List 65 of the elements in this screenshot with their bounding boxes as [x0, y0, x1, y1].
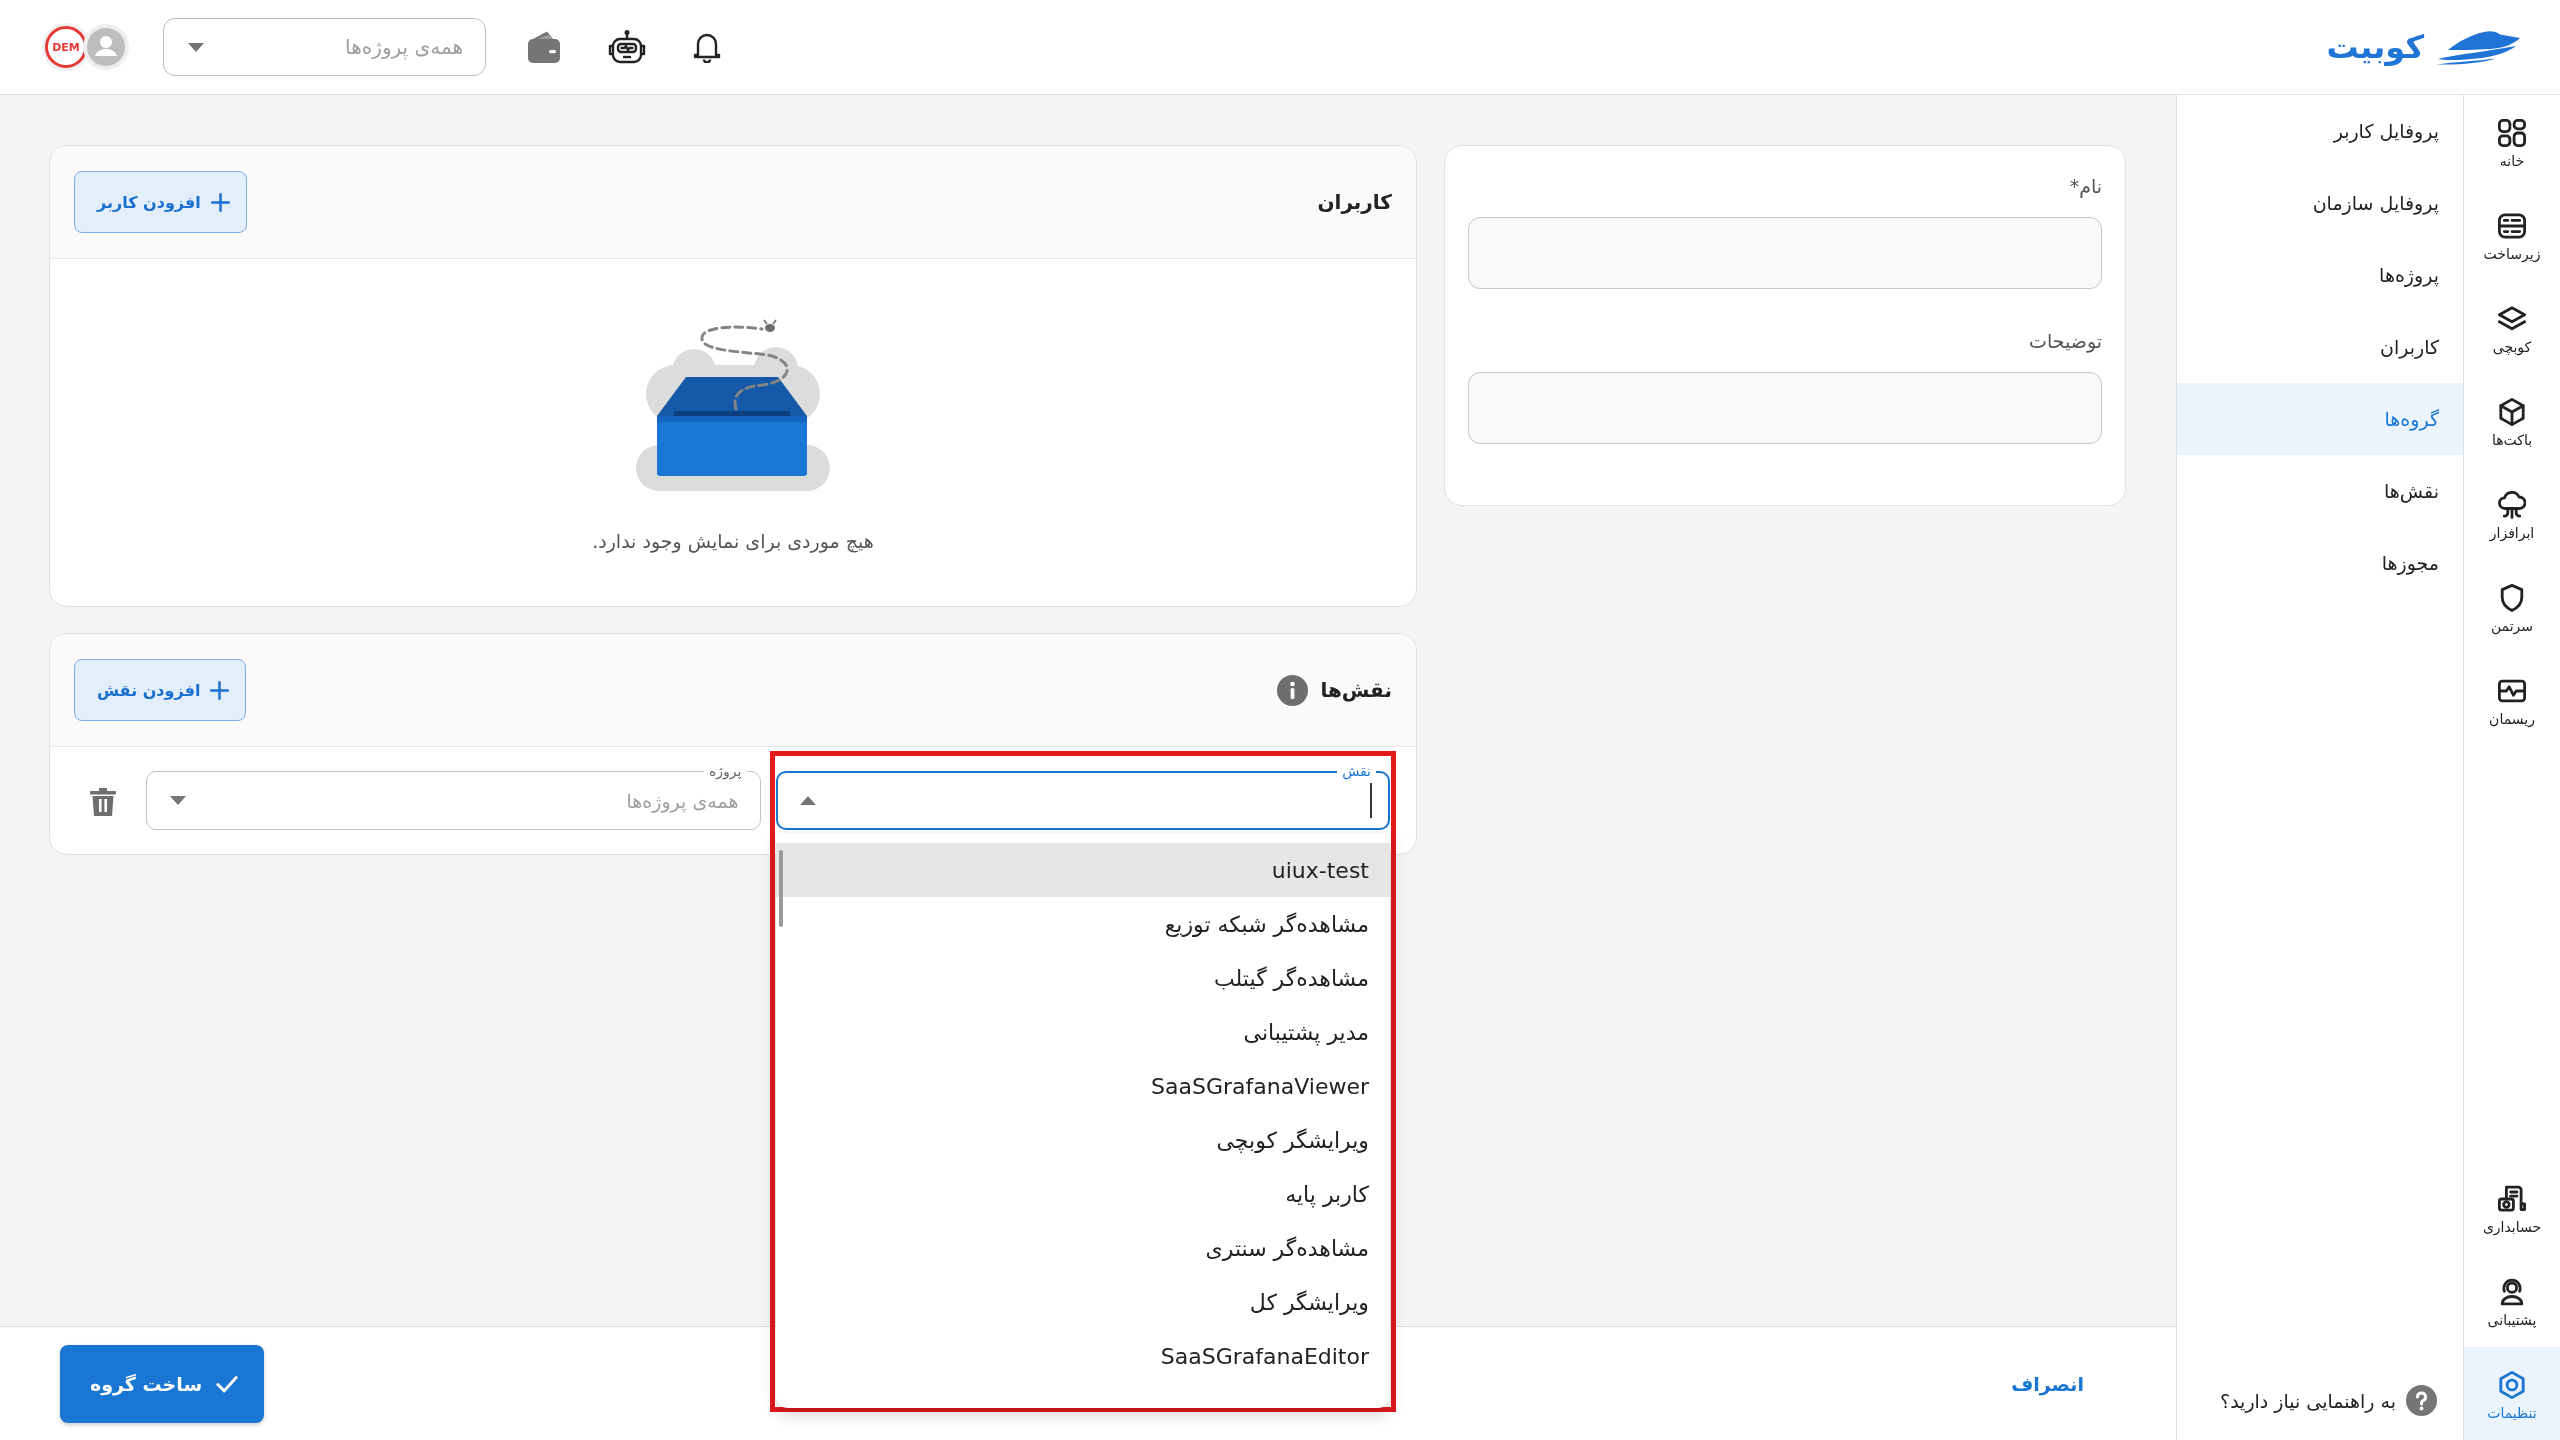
submenu-item[interactable]: پروژه‌ها	[2177, 239, 2463, 311]
info-icon	[1277, 674, 1309, 706]
nav-rail-item[interactable]: باکت‌ها	[2464, 374, 2560, 467]
dropdown-option[interactable]: SaaSGrafanaViewer	[775, 1059, 1390, 1113]
caret-icon	[799, 796, 816, 805]
help-link[interactable]: به راهنمایی نیاز دارید؟	[2220, 1385, 2437, 1416]
settings-icon	[2498, 1371, 2526, 1399]
dropdown-option[interactable]: مشاهده‌گر شبکه توزیع	[775, 897, 1390, 951]
dropdown-option[interactable]: uiux-test	[775, 843, 1390, 897]
nav-rail-item[interactable]: حسابداری	[2464, 1161, 2560, 1254]
input-field[interactable]	[1468, 217, 2102, 289]
pulse-icon	[2498, 677, 2526, 705]
nav-rail-item[interactable]: کوبچی	[2464, 281, 2560, 374]
cube-icon	[2498, 398, 2526, 426]
wallet-icon[interactable]	[526, 29, 562, 65]
submenu-item[interactable]: مجوزها	[2177, 527, 2463, 599]
nav-rail-item[interactable]: خانه	[2464, 95, 2560, 188]
submenu-item[interactable]: پروفایل کاربر	[2177, 95, 2463, 167]
empty-message: هیچ موردی برای نمایش وجود ندارد.	[592, 529, 874, 555]
nav-rail-item[interactable]: ابرافزار	[2464, 467, 2560, 560]
input-field[interactable]	[1468, 372, 2102, 444]
nav-rail-item[interactable]: تنظیمات	[2464, 1347, 2560, 1440]
dropdown-option[interactable]: ویرایشگر کل	[775, 1275, 1390, 1329]
cancel-button[interactable]: انصراف	[1991, 1362, 2104, 1405]
caret-icon	[188, 42, 204, 52]
nav-rail-item[interactable]: پشتیبانی	[2464, 1254, 2560, 1347]
server-icon	[2498, 212, 2526, 240]
nav-rail-item[interactable]: زیرساخت	[2464, 188, 2560, 281]
card-title: نقش‌ها	[1320, 678, 1392, 702]
plus-icon	[210, 192, 230, 212]
add-user-button[interactable]: افزودن کاربر	[74, 171, 247, 233]
add-role-button[interactable]: افزودن نقش	[74, 659, 247, 721]
plus-icon	[210, 680, 230, 700]
dropdown-option[interactable]: ویرایشگر کوبچی	[775, 1113, 1390, 1167]
nav-rail-item[interactable]: سرتمن	[2464, 560, 2560, 653]
nav-rail-item[interactable]: ریسمان	[2464, 653, 2560, 746]
dropdown-option[interactable]: مشاهده‌گر گیتلب	[775, 951, 1390, 1005]
field-label: نام*	[2069, 174, 2102, 200]
person-icon	[2498, 1278, 2526, 1306]
trash-icon[interactable]	[90, 788, 116, 816]
grid-icon	[2498, 119, 2526, 147]
help-icon	[2406, 1385, 2437, 1416]
field-label: توضیحات	[2029, 329, 2102, 355]
receipt-icon	[2498, 1185, 2526, 1213]
shield-icon	[2498, 584, 2526, 612]
text-cursor	[1370, 783, 1372, 818]
boat-icon	[2434, 29, 2520, 65]
dropdown-option[interactable]: مدیر پشتیبانی	[775, 1005, 1390, 1059]
dropdown-option[interactable]: کاربر پایه	[775, 1167, 1390, 1221]
bell-icon[interactable]	[692, 31, 722, 63]
submenu-item[interactable]: گروه‌ها	[2177, 383, 2463, 455]
logo-text: کوبیت	[2326, 27, 2424, 67]
create-group-button[interactable]: ساخت گروه	[60, 1344, 265, 1423]
cloud-icon	[2498, 491, 2526, 519]
robot-icon[interactable]	[608, 30, 646, 64]
submenu-item[interactable]: نقش‌ها	[2177, 455, 2463, 527]
submenu-item[interactable]: کاربران	[2177, 311, 2463, 383]
submenu-item[interactable]: پروفایل سازمان	[2177, 167, 2463, 239]
card-title: کاربران	[1317, 190, 1392, 214]
caret-icon	[170, 796, 186, 805]
dropdown-option[interactable]: مشاهده‌گر سنتری	[775, 1221, 1390, 1275]
demo-stamp: DEM	[45, 26, 87, 68]
scrollbar-thumb[interactable]	[778, 850, 783, 927]
layers-icon	[2498, 305, 2526, 333]
dropdown-option[interactable]: SaaSGrafanaEditor	[775, 1329, 1390, 1383]
